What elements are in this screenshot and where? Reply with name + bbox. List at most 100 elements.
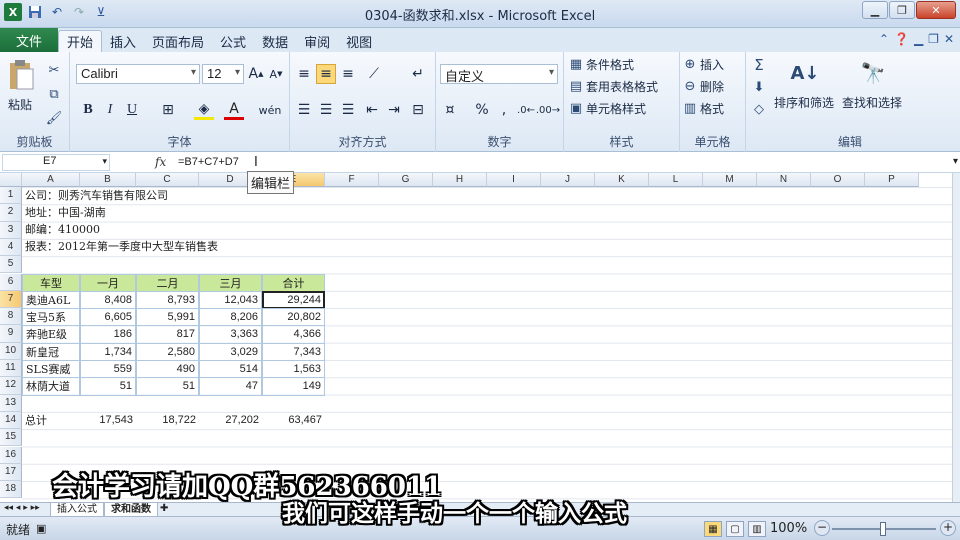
comma-style-icon[interactable]: , [494, 100, 514, 120]
increase-decimal-icon[interactable]: .0← [516, 100, 536, 120]
insert-function-icon[interactable]: fx [155, 155, 166, 169]
tab-formulas[interactable]: 公式 [212, 30, 254, 52]
table-cell[interactable]: 817 [136, 325, 199, 344]
bold-button[interactable]: B [78, 100, 98, 120]
zoom-level[interactable]: 100% [770, 521, 807, 536]
tab-home[interactable]: 开始 [58, 30, 103, 52]
insert-sheet-icon[interactable]: ✚ [160, 503, 168, 514]
table-cell[interactable]: 29,244 [262, 290, 325, 310]
page-break-view-icon[interactable]: ▥ [748, 521, 766, 537]
macro-record-icon[interactable]: ▣ [36, 522, 46, 535]
row-header-15[interactable]: 15 [0, 429, 22, 447]
column-header-c[interactable]: C [136, 173, 199, 187]
find-select-button[interactable]: 查找和选择 [842, 94, 902, 111]
table-cell[interactable]: 47 [199, 377, 262, 396]
minimize-button[interactable]: ▁ [862, 1, 888, 19]
cell-a3[interactable]: 邮编：410000 [22, 221, 103, 239]
row-header-9[interactable]: 9 [0, 325, 22, 343]
total-cell[interactable]: 27,202 [199, 412, 262, 430]
table-header-cell[interactable]: 三月 [199, 273, 262, 292]
grow-font-icon[interactable]: A ▲ [246, 64, 266, 84]
fill-icon[interactable]: ⬇ [750, 78, 768, 96]
table-cell[interactable]: 3,363 [199, 325, 262, 344]
select-all-corner[interactable] [0, 173, 22, 187]
format-cells-button[interactable]: 格式 [700, 100, 724, 117]
font-color-icon[interactable]: A [224, 100, 244, 120]
formula-input[interactable]: =B7+C7+D7 [178, 156, 239, 168]
font-size-select[interactable]: 12 [202, 64, 244, 84]
workbook-restore-icon[interactable]: ❐ [928, 32, 939, 46]
table-cell[interactable]: 宝马5系 [22, 308, 80, 327]
table-cell[interactable]: 149 [262, 377, 325, 396]
number-format-select[interactable]: 自定义 [440, 64, 558, 84]
total-cell[interactable]: 63,467 [262, 412, 325, 430]
table-cell[interactable]: 186 [80, 325, 136, 344]
align-bottom-icon[interactable]: ≡ [338, 64, 358, 84]
row-header-12[interactable]: 12 [0, 377, 22, 395]
decrease-decimal-icon[interactable]: .00→ [536, 100, 560, 120]
table-cell[interactable]: 5,991 [136, 308, 199, 327]
row-header-18[interactable]: 18 [0, 481, 22, 499]
table-cell[interactable]: 奔驰E级 [22, 325, 80, 344]
table-cell[interactable]: 2,580 [136, 342, 199, 361]
table-cell[interactable]: 8,408 [80, 290, 136, 310]
table-cell[interactable]: 新皇冠 [22, 342, 80, 361]
delete-cells-button[interactable]: 删除 [700, 78, 724, 95]
table-cell[interactable]: 7,343 [262, 342, 325, 361]
align-top-icon[interactable]: ≡ [294, 64, 314, 84]
sort-filter-button[interactable]: 排序和筛选 [774, 94, 834, 111]
cut-icon[interactable]: ✂ [44, 60, 64, 80]
shrink-font-icon[interactable]: A ▼ [266, 64, 286, 84]
column-header-j[interactable]: J [541, 173, 595, 187]
percent-button[interactable]: % [472, 100, 492, 120]
italic-button[interactable]: I [100, 100, 120, 120]
row-header-5[interactable]: 5 [0, 256, 22, 274]
copy-icon[interactable]: ⧉ [44, 84, 64, 104]
row-header-8[interactable]: 8 [0, 308, 22, 326]
cell-a4[interactable]: 报表：2012年第一季度中大型车销售表 [22, 238, 221, 256]
orientation-icon[interactable]: ⟋ [364, 64, 384, 84]
underline-button[interactable]: U [122, 100, 142, 120]
wrap-text-icon[interactable]: ↵ [408, 64, 428, 84]
accounting-format-icon[interactable]: ¤ [440, 100, 460, 120]
table-header-cell[interactable]: 二月 [136, 273, 199, 292]
cell-a2[interactable]: 地址：中国-湖南 [22, 204, 109, 222]
table-cell[interactable]: 8,206 [199, 308, 262, 327]
tab-file[interactable]: 文件 [0, 28, 58, 52]
table-format-button[interactable]: 套用表格格式 [586, 78, 658, 95]
help-icon[interactable]: ❓ [894, 32, 909, 46]
total-cell[interactable]: 总计 [22, 412, 80, 430]
sheet-tab-1[interactable]: 插入公式 [50, 503, 104, 517]
table-cell[interactable]: 12,043 [199, 290, 262, 310]
column-header-g[interactable]: G [379, 173, 433, 187]
row-header-1[interactable]: 1 [0, 187, 22, 205]
table-header-cell[interactable]: 一月 [80, 273, 136, 292]
conditional-format-button[interactable]: 条件格式 [586, 56, 634, 73]
row-header-14[interactable]: 14 [0, 411, 22, 430]
tab-review[interactable]: 审阅 [296, 30, 338, 52]
increase-indent-icon[interactable]: ⇥ [384, 100, 404, 120]
paste-icon[interactable] [6, 58, 36, 92]
total-cell[interactable]: 18,722 [136, 412, 199, 430]
column-header-l[interactable]: L [649, 173, 703, 187]
minimize-ribbon-icon[interactable]: ⌃ [879, 32, 889, 46]
tab-page-layout[interactable]: 页面布局 [144, 30, 212, 52]
vertical-scrollbar[interactable] [952, 173, 960, 515]
merge-center-icon[interactable]: ⊟ [408, 100, 428, 120]
column-header-b[interactable]: B [80, 173, 136, 187]
table-cell[interactable]: 4,366 [262, 325, 325, 344]
zoom-slider-thumb[interactable] [880, 522, 886, 536]
row-header-13[interactable]: 13 [0, 394, 22, 412]
table-cell[interactable]: 51 [136, 377, 199, 396]
row-header-10[interactable]: 10 [0, 342, 22, 360]
expand-formula-bar-icon[interactable]: ▾ [953, 156, 958, 167]
close-button[interactable]: ✕ [916, 1, 956, 19]
cell-styles-button[interactable]: 单元格样式 [586, 100, 646, 117]
name-box[interactable]: E7 [2, 154, 110, 171]
tab-data[interactable]: 数据 [254, 30, 296, 52]
sort-filter-icon[interactable]: A↓ [790, 56, 820, 90]
column-header-k[interactable]: K [595, 173, 649, 187]
column-header-n[interactable]: N [757, 173, 811, 187]
table-header-cell[interactable]: 合计 [262, 273, 325, 292]
align-middle-icon[interactable]: ≡ [316, 64, 336, 84]
